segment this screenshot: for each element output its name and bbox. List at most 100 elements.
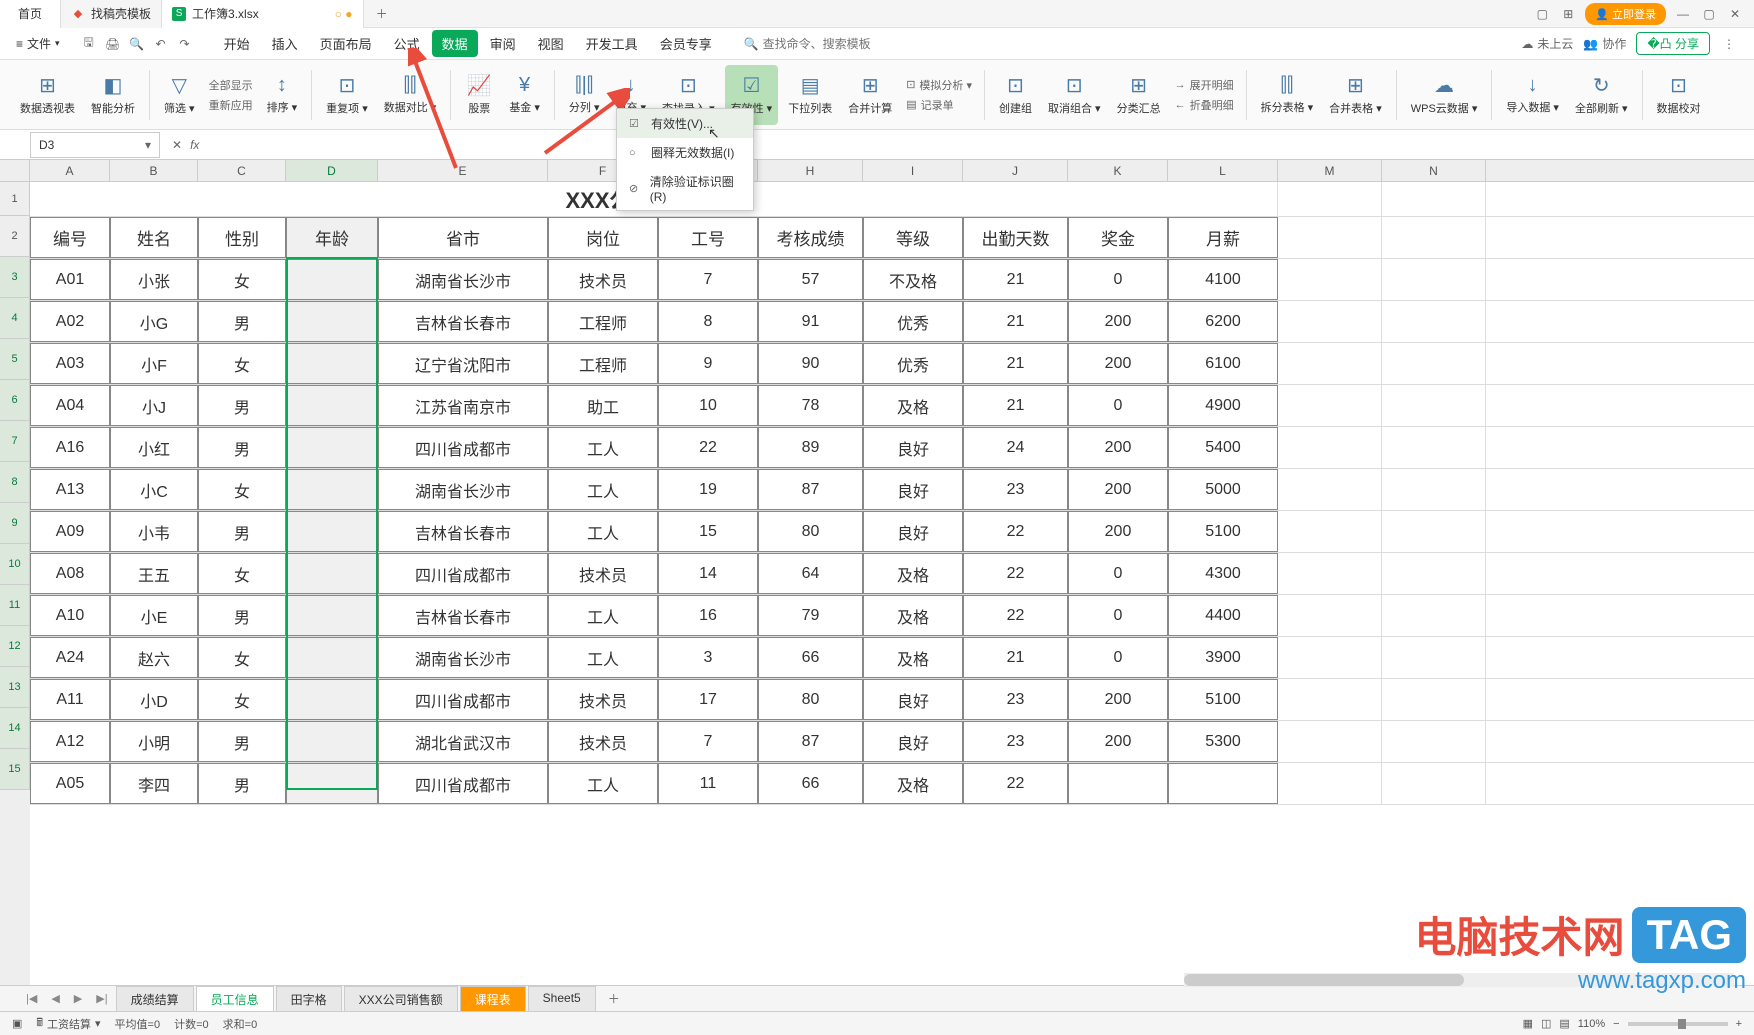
ribbon-数据对比[interactable]: ⫿⫿数据对比 ▾ [378,65,443,125]
minimize-icon[interactable]: — [1674,5,1692,23]
menu-tab-1[interactable]: 插入 [262,30,308,57]
view-normal-icon[interactable]: ▦ [1523,1017,1533,1030]
data-cell[interactable]: 及格 [863,637,963,678]
ribbon-排序[interactable]: ↕排序 ▾ [261,65,304,125]
select-all-corner[interactable] [0,160,30,181]
data-cell[interactable]: 技术员 [548,553,658,594]
zoom-value[interactable]: 110% [1578,1018,1605,1030]
menu-tab-2[interactable]: 页面布局 [310,30,382,57]
col-header[interactable]: L [1168,160,1278,181]
row-header[interactable]: 15 [0,749,30,790]
data-cell[interactable]: 小C [110,469,198,510]
data-cell[interactable]: 91 [758,301,863,342]
col-header[interactable]: M [1278,160,1382,181]
row-header[interactable]: 2 [0,216,30,257]
data-cell[interactable]: 3900 [1168,637,1278,678]
data-cell[interactable]: 及格 [863,763,963,804]
data-cell[interactable]: 男 [198,763,286,804]
data-cell[interactable]: 200 [1068,721,1168,762]
data-cell[interactable]: 7 [658,259,758,300]
ribbon-small[interactable]: ← 折叠明细 [1175,97,1234,113]
header-cell[interactable]: 编号 [30,217,110,258]
dropdown-item[interactable]: ☑有效性(V)... [617,109,753,138]
data-cell[interactable]: 小韦 [110,511,198,552]
data-cell[interactable]: 200 [1068,511,1168,552]
data-cell[interactable]: 四川省成都市 [378,553,548,594]
data-cell[interactable] [286,427,378,468]
data-cell[interactable]: A13 [30,469,110,510]
data-cell[interactable]: 及格 [863,595,963,636]
data-cell[interactable]: A08 [30,553,110,594]
data-cell[interactable]: 工程师 [548,343,658,384]
data-cell[interactable]: 19 [658,469,758,510]
data-cell[interactable]: 57 [758,259,863,300]
data-cell[interactable] [286,553,378,594]
data-cell[interactable]: A11 [30,679,110,720]
data-cell[interactable]: 赵六 [110,637,198,678]
zoom-slider[interactable] [1628,1022,1728,1026]
data-cell[interactable]: 4300 [1168,553,1278,594]
close-icon[interactable]: ✕ [1726,5,1744,23]
ribbon-分列[interactable]: ⫿|⫿分列 ▾ [563,65,606,125]
data-cell[interactable]: 89 [758,427,863,468]
tab-add[interactable]: ＋ [364,5,400,22]
data-cell[interactable]: 21 [963,637,1068,678]
col-header[interactable]: K [1068,160,1168,181]
data-cell[interactable]: 男 [198,511,286,552]
data-cell[interactable]: 工人 [548,595,658,636]
ribbon-数据校对[interactable]: ⊡数据校对 [1651,65,1707,125]
data-cell[interactable]: 21 [963,343,1068,384]
formula-input[interactable] [217,132,1754,158]
header-cell[interactable]: 岗位 [548,217,658,258]
data-cell[interactable]: A09 [30,511,110,552]
ribbon-small[interactable]: → 展开明细 [1175,77,1234,93]
ribbon-small[interactable]: 全部显示 [209,77,253,93]
data-cell[interactable] [286,721,378,762]
zoom-in-icon[interactable]: + [1736,1018,1742,1030]
data-cell[interactable]: 4900 [1168,385,1278,426]
col-header[interactable]: N [1382,160,1486,181]
dropdown-item[interactable]: ⊘清除验证标识圈(R) [617,167,753,210]
ribbon-股票[interactable]: 📈股票 [459,65,499,125]
data-cell[interactable]: 及格 [863,385,963,426]
ribbon-合并表格[interactable]: ⊞合并表格 ▾ [1323,65,1388,125]
ribbon-数据透视表[interactable]: ⊞数据透视表 [14,65,81,125]
data-cell[interactable]: 3 [658,637,758,678]
header-cell[interactable]: 姓名 [110,217,198,258]
data-cell[interactable]: 200 [1068,301,1168,342]
data-cell[interactable]: 9 [658,343,758,384]
data-cell[interactable]: A01 [30,259,110,300]
header-cell[interactable]: 性别 [198,217,286,258]
ribbon-导入数据[interactable]: ↓导入数据 ▾ [1500,65,1565,125]
data-cell[interactable]: 工人 [548,637,658,678]
data-cell[interactable]: 24 [963,427,1068,468]
ribbon-筛选[interactable]: ▽筛选 ▾ [158,65,201,125]
data-cell[interactable]: 0 [1068,553,1168,594]
cloud-status[interactable]: ☁ 未上云 [1521,35,1573,52]
chevron-icon[interactable]: ⋮ [1720,35,1738,53]
data-cell[interactable]: 小张 [110,259,198,300]
sheet-tab[interactable]: 成绩结算 [116,986,194,1012]
data-cell[interactable]: 5400 [1168,427,1278,468]
data-cell[interactable]: A04 [30,385,110,426]
data-cell[interactable]: 小D [110,679,198,720]
data-cell[interactable]: 小红 [110,427,198,468]
data-cell[interactable]: 小J [110,385,198,426]
data-cell[interactable]: 4100 [1168,259,1278,300]
data-cell[interactable]: 优秀 [863,343,963,384]
row-header[interactable]: 3 [0,257,30,298]
fx-cancel-icon[interactable]: ✕ [172,138,182,152]
data-cell[interactable]: 男 [198,427,286,468]
data-cell[interactable]: 女 [198,469,286,510]
data-cell[interactable]: 5300 [1168,721,1278,762]
maximize-icon[interactable]: ▢ [1700,5,1718,23]
apps-icon[interactable]: ⊞ [1559,5,1577,23]
login-button[interactable]: 👤 立即登录 [1585,3,1666,25]
data-cell[interactable]: A12 [30,721,110,762]
data-cell[interactable]: 女 [198,553,286,594]
sheet-nav-next[interactable]: ▶ [68,992,88,1005]
data-cell[interactable]: 技术员 [548,259,658,300]
tab-template[interactable]: ◆ 找稿壳模板 [61,0,162,28]
header-cell[interactable]: 省市 [378,217,548,258]
data-cell[interactable]: 工人 [548,763,658,804]
